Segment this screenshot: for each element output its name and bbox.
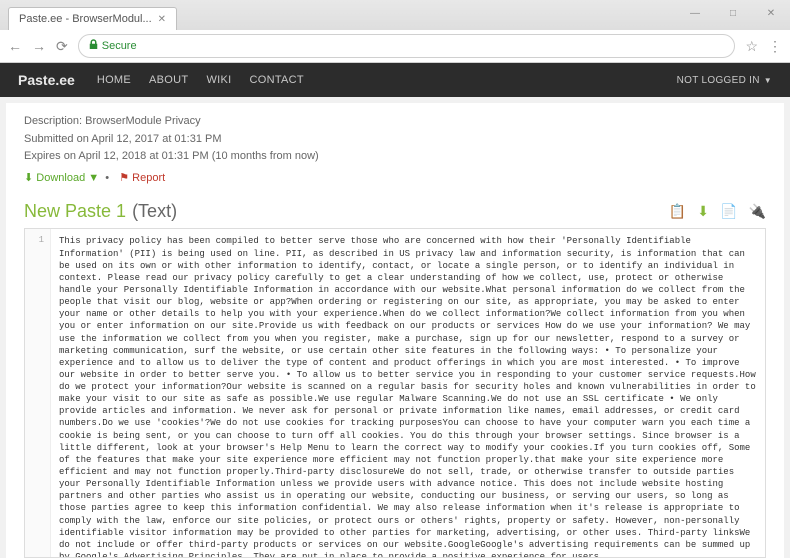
line-gutter: 1 [25,229,51,557]
submitted-line: Submitted on April 12, 2017 at 01:31 PM [24,131,766,149]
nav-wiki[interactable]: WIKI [206,74,231,86]
back-button[interactable]: ← [8,38,22,54]
plug-icon[interactable]: 🔌 [749,203,766,219]
close-tab-icon[interactable]: ✕ [158,14,166,25]
forward-button[interactable]: → [32,38,46,54]
copy-icon[interactable]: 📋 [669,203,686,219]
close-window-button[interactable]: ✕ [752,0,790,26]
content-card: Description: BrowserModule Privacy Submi… [6,103,784,558]
paste-body[interactable]: This privacy policy has been compiled to… [51,229,765,557]
secure-indicator: Secure [89,39,137,53]
paste-type: (Text) [132,201,177,222]
brand-logo[interactable]: Paste.ee [18,72,75,88]
nav-home[interactable]: HOME [97,74,131,86]
lock-icon [89,39,98,53]
tab-strip: Paste.ee - BrowserModul... ✕ — □ ✕ [0,0,790,30]
toolbar: ← → ⟳ Secure ☆ ⋮ [0,30,790,62]
paste-header: New Paste 1 (Text) 📋 ⬇ 📄 🔌 [24,201,766,222]
browser-chrome: Paste.ee - BrowserModul... ✕ — □ ✕ ← → ⟳… [0,0,790,63]
expires-line: Expires on April 12, 2018 at 01:31 PM (1… [24,148,766,166]
minimize-button[interactable]: — [676,0,714,26]
reload-button[interactable]: ⟳ [56,38,68,55]
site-header: Paste.ee HOME ABOUT WIKI CONTACT NOT LOG… [0,63,790,97]
report-link[interactable]: ⚑ Report [119,172,165,184]
bookmark-icon[interactable]: ☆ [745,38,758,55]
tab-title: Paste.ee - BrowserModul... [19,13,152,25]
meta-actions: ⬇ Download ▼ • ⚑ Report [24,170,766,188]
nav-contact[interactable]: CONTACT [249,74,303,86]
raw-icon[interactable]: 📄 [720,203,737,219]
window-controls: — □ ✕ [676,0,790,26]
browser-tab[interactable]: Paste.ee - BrowserModul... ✕ [8,7,177,30]
nav-about[interactable]: ABOUT [149,74,188,86]
download-link[interactable]: ⬇ Download ▼ [24,172,99,184]
login-status[interactable]: NOT LOGGED IN▼ [677,75,772,86]
maximize-button[interactable]: □ [714,0,752,26]
download-icon[interactable]: ⬇ [697,203,709,219]
paste-action-icons: 📋 ⬇ 📄 🔌 [661,203,766,220]
menu-icon[interactable]: ⋮ [768,38,782,55]
chevron-down-icon: ▼ [764,76,772,85]
address-bar[interactable]: Secure [78,34,736,58]
paste-title: New Paste 1 [24,201,126,222]
paste-code-box: 1 This privacy policy has been compiled … [24,228,766,558]
description-line: Description: BrowserModule Privacy [24,113,766,131]
line-number: 1 [25,235,44,245]
